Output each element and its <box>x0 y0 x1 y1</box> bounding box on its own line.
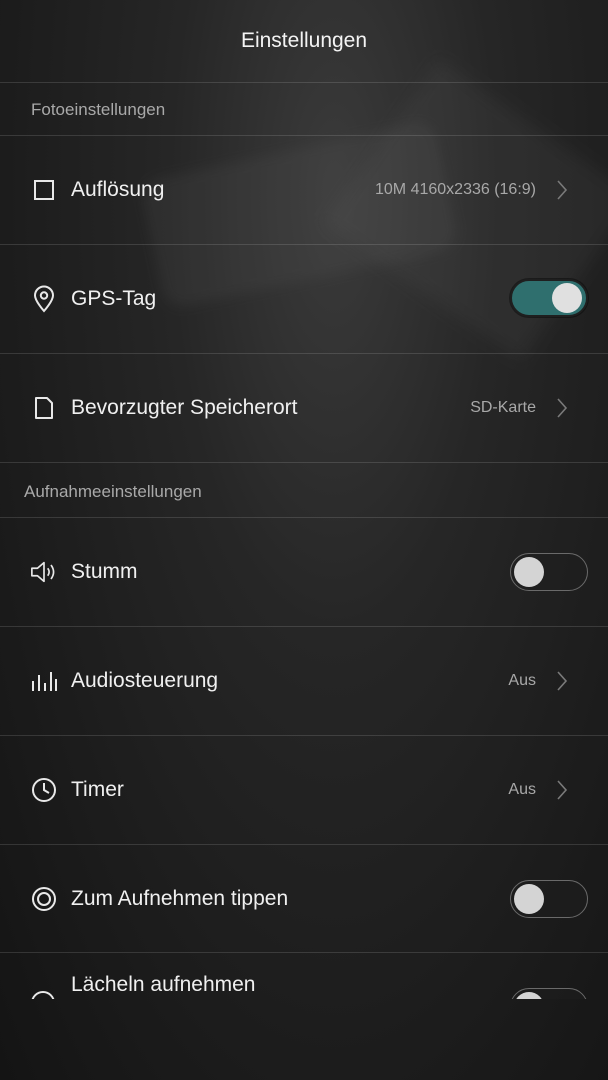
setting-label: GPS-Tag <box>71 287 157 310</box>
clock-icon <box>30 776 58 804</box>
setting-label: Auflösung <box>71 178 165 201</box>
setting-label: Audiosteuerung <box>71 669 219 692</box>
setting-row-tap-to-capture[interactable]: Zum Aufnehmen tippen <box>0 845 608 953</box>
setting-value: SD-Karte <box>470 399 536 416</box>
toggle-knob <box>552 283 582 313</box>
chevron-right-icon <box>552 776 572 804</box>
page-title: Einstellungen <box>240 29 368 52</box>
toggle-knob <box>514 884 544 914</box>
tap-to-capture-toggle[interactable] <box>510 880 588 918</box>
chevron-right-icon <box>552 667 572 695</box>
mute-toggle[interactable] <box>510 553 588 591</box>
square-icon <box>30 176 58 204</box>
setting-label: Bevorzugter Speicherort <box>71 396 298 419</box>
gps-tag-toggle[interactable] <box>510 279 588 317</box>
section-header-photo: Fotoeinstellungen <box>31 100 166 119</box>
toggle-knob <box>514 557 544 587</box>
file-icon <box>30 394 58 422</box>
setting-row-smile-capture[interactable]: Lächeln aufnehmen <box>0 953 608 999</box>
chevron-right-icon <box>552 176 572 204</box>
speaker-icon <box>30 558 58 586</box>
audio-levels-icon <box>30 667 58 695</box>
toggle-knob <box>514 992 544 999</box>
target-icon <box>30 885 58 913</box>
section-header-recording: Aufnahmeeinstellungen <box>24 482 202 501</box>
setting-row-audio-control[interactable]: Audiosteuerung Aus <box>0 627 608 735</box>
setting-value: Aus <box>508 672 536 689</box>
setting-value: 10M 4160x2336 (16:9) <box>375 181 536 198</box>
smile-icon <box>30 990 56 999</box>
setting-row-gps-tag[interactable]: GPS-Tag <box>0 245 608 353</box>
location-pin-icon <box>30 285 58 313</box>
chevron-right-icon <box>552 394 572 422</box>
setting-row-resolution[interactable]: Auflösung 10M 4160x2336 (16:9) <box>0 136 608 244</box>
setting-row-timer[interactable]: Timer Aus <box>0 736 608 844</box>
setting-label: Lächeln aufnehmen <box>71 973 256 996</box>
setting-label: Zum Aufnehmen tippen <box>71 887 289 910</box>
setting-label: Timer <box>71 778 124 801</box>
setting-row-storage[interactable]: Bevorzugter Speicherort SD-Karte <box>0 354 608 462</box>
setting-row-mute[interactable]: Stumm <box>0 518 608 626</box>
divider <box>0 82 608 83</box>
smile-capture-toggle[interactable] <box>510 988 588 999</box>
setting-label: Stumm <box>71 560 138 583</box>
divider <box>0 462 608 463</box>
setting-value: Aus <box>508 781 536 798</box>
